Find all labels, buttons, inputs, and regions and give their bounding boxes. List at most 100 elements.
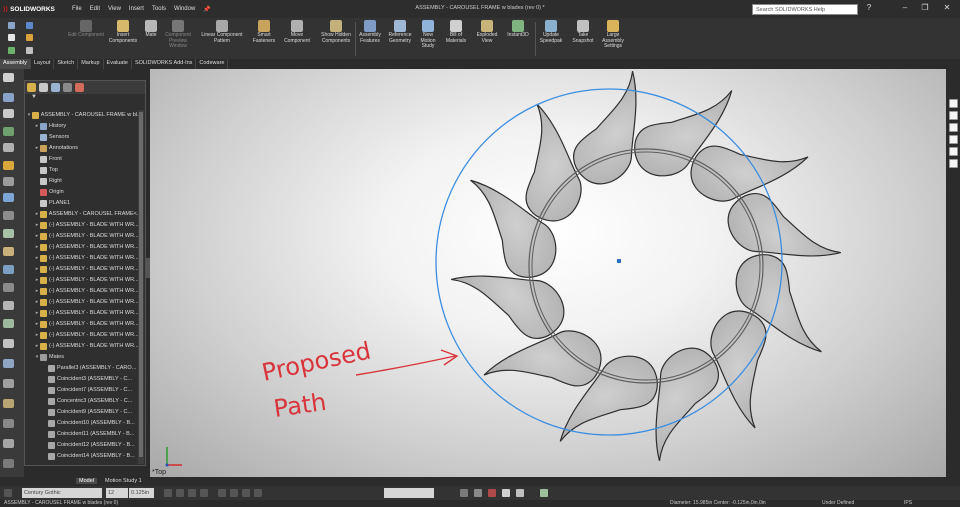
reference-geometry-button[interactable]: Reference Geometry xyxy=(385,20,415,58)
tree-scrollbar[interactable] xyxy=(138,110,144,464)
menu-window[interactable]: Window xyxy=(174,6,195,13)
menu-insert[interactable]: Insert xyxy=(129,6,144,13)
pin-icon[interactable]: 📌 xyxy=(203,6,210,13)
section-view-icon[interactable] xyxy=(3,143,14,152)
italic-icon[interactable] xyxy=(176,489,184,497)
open-folder-icon[interactable] xyxy=(26,34,33,41)
update-speedpak-button[interactable]: Update Speedpak xyxy=(536,20,566,58)
help-search-input[interactable]: Search SOLIDWORKS Help xyxy=(752,4,858,15)
design-library-icon[interactable] xyxy=(949,111,958,120)
new-motion-study-button[interactable]: New Motion Study xyxy=(416,20,440,58)
component-item[interactable]: ▸ (-) ASSEMBLY - BLADE WITH WR... xyxy=(25,286,140,297)
layer-icon[interactable] xyxy=(540,489,548,497)
component-item[interactable]: ▸ (-) ASSEMBLY - BLADE WITH WR... xyxy=(25,242,140,253)
tab-assembly[interactable]: Assembly xyxy=(0,59,31,69)
rapid-sketch-icon[interactable] xyxy=(3,399,14,408)
line-color-icon[interactable] xyxy=(460,489,468,497)
mate-item[interactable]: Coincident11 (ASSEMBLY - B... xyxy=(25,429,140,440)
model-view[interactable]: Proposed Path *Top xyxy=(150,69,946,477)
dimxpert-tab-icon[interactable] xyxy=(63,83,72,92)
zoom-icon[interactable] xyxy=(3,109,14,118)
mirror-icon[interactable] xyxy=(3,283,14,292)
convert-icon[interactable] xyxy=(3,319,14,328)
tab-evaluate[interactable]: Evaluate xyxy=(104,59,132,69)
center-point[interactable] xyxy=(617,259,621,263)
mate-item[interactable]: Concentric3 (ASSEMBLY - C... xyxy=(25,396,140,407)
menu-file[interactable]: File xyxy=(72,6,82,13)
mate-button[interactable]: Mate xyxy=(142,20,160,58)
gear-icon[interactable] xyxy=(26,47,33,54)
mate-item[interactable]: Coincident10 (ASSEMBLY - B... xyxy=(25,418,140,429)
more-tools-icon[interactable] xyxy=(3,439,14,448)
tree-item[interactable]: ▾ Mates xyxy=(25,352,140,363)
component-preview-button[interactable]: Component Preview Window xyxy=(160,20,196,58)
restore-button[interactable]: ❐ xyxy=(918,3,932,15)
bold-icon[interactable] xyxy=(164,489,172,497)
tree-item[interactable]: ▸ Annotations xyxy=(25,143,140,154)
mate-item[interactable]: Coincident9 (ASSEMBLY - C... xyxy=(25,407,140,418)
linear-pattern-button[interactable]: Linear Component Pattern xyxy=(197,20,247,58)
component-item[interactable]: ▸ (-) ASSEMBLY - BLADE WITH WR... xyxy=(25,275,140,286)
mate-item[interactable]: Parallel3 (ASSEMBLY - CARO... xyxy=(25,363,140,374)
move-component-button[interactable]: Move Component xyxy=(280,20,314,58)
magnet-icon[interactable] xyxy=(3,193,14,202)
bill-of-materials-button[interactable]: Bill of Materials xyxy=(442,20,470,58)
tree-item[interactable]: Right xyxy=(25,176,140,187)
offset-icon[interactable] xyxy=(3,301,14,310)
take-snapshot-button[interactable]: Take Snapshot xyxy=(568,20,598,58)
feature-manager-tab-icon[interactable] xyxy=(27,83,36,92)
appearance-icon[interactable] xyxy=(3,161,14,170)
font-select[interactable]: Century Gothic xyxy=(22,488,102,498)
scrollbar-thumb[interactable] xyxy=(139,112,143,457)
strikethrough-icon[interactable] xyxy=(200,489,208,497)
menu-edit[interactable]: Edit xyxy=(90,6,100,13)
home-icon[interactable] xyxy=(8,22,15,29)
tab-codeware[interactable]: Codeware xyxy=(196,59,229,69)
component-item[interactable]: ▸ (-) ASSEMBLY - BLADE WITH WR... xyxy=(25,297,140,308)
component-item[interactable]: ▸ ASSEMBLY - CAROUSEL FRAME<... xyxy=(25,209,140,220)
menu-tools[interactable]: Tools xyxy=(152,6,166,13)
tab-layout[interactable]: Layout xyxy=(31,59,55,69)
tree-item[interactable]: ▾ ASSEMBLY - CAROUSEL FRAME w bl... xyxy=(25,110,140,121)
border-icon[interactable] xyxy=(502,489,510,497)
component-item[interactable]: ▸ (-) ASSEMBLY - BLADE WITH WR... xyxy=(25,253,140,264)
insert-components-button[interactable]: Insert Components xyxy=(104,20,142,58)
mate-item[interactable]: Coincident12 (ASSEMBLY - B... xyxy=(25,440,140,451)
line-thickness-icon[interactable] xyxy=(474,489,482,497)
large-assembly-settings-button[interactable]: Large Assembly Settings xyxy=(598,20,628,58)
fill-icon[interactable] xyxy=(516,489,524,497)
close-button[interactable]: ✕ xyxy=(940,3,954,15)
relations-icon[interactable] xyxy=(3,339,14,348)
tree-item[interactable]: Front xyxy=(25,154,140,165)
component-item[interactable]: ▸ (-) ASSEMBLY - BLADE WITH WR... xyxy=(25,330,140,341)
solidworks-resources-icon[interactable] xyxy=(949,99,958,108)
repair-icon[interactable] xyxy=(3,359,14,368)
new-document-icon[interactable] xyxy=(8,34,15,41)
tab-markup[interactable]: Markup xyxy=(78,59,104,69)
app-logo[interactable]: ⟩⟩ SOLIDWORKS xyxy=(0,5,55,13)
font-size-select[interactable]: 12 xyxy=(106,488,128,498)
underline-icon[interactable] xyxy=(188,489,196,497)
tree-item[interactable]: Sensors xyxy=(25,132,140,143)
status-units[interactable]: IPS xyxy=(904,500,912,507)
custom-properties-icon[interactable] xyxy=(949,159,958,168)
display-icon[interactable] xyxy=(3,419,14,428)
justify-icon[interactable] xyxy=(254,489,262,497)
graphics-area[interactable]: Proposed Path *Top xyxy=(150,69,946,477)
component-item[interactable]: ▸ (-) ASSEMBLY - BLADE WITH WR... xyxy=(25,264,140,275)
view-orientation-icon[interactable] xyxy=(3,93,14,102)
align-center-icon[interactable] xyxy=(230,489,238,497)
component-item[interactable]: ▸ (-) ASSEMBLY - BLADE WITH WR... xyxy=(25,341,140,352)
appearances-icon[interactable] xyxy=(949,147,958,156)
tab-sketch[interactable]: Sketch xyxy=(54,59,79,69)
view-palette-icon[interactable] xyxy=(949,135,958,144)
tree-item[interactable]: PLANE1 xyxy=(25,198,140,209)
rectangle-icon[interactable] xyxy=(3,211,14,220)
component-item[interactable]: ▸ (-) ASSEMBLY - BLADE WITH WR... xyxy=(25,231,140,242)
tree-filter[interactable]: ▼ xyxy=(25,94,145,103)
display-manager-tab-icon[interactable] xyxy=(75,83,84,92)
align-left-icon[interactable] xyxy=(218,489,226,497)
mate-item[interactable]: Coincident3 (ASSEMBLY - C... xyxy=(25,374,140,385)
select-icon[interactable] xyxy=(3,73,14,82)
minimize-button[interactable]: – xyxy=(898,3,912,15)
